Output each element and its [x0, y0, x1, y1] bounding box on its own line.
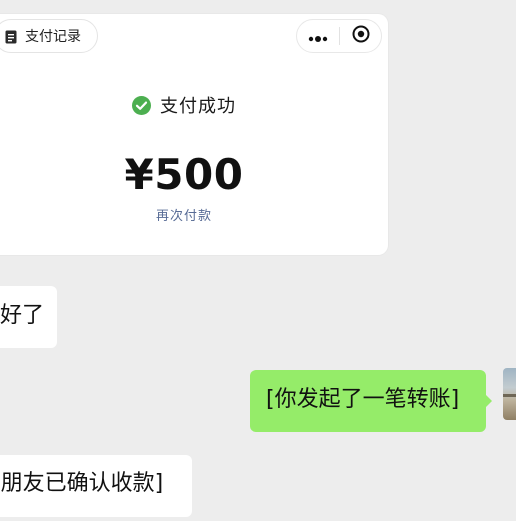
payment-status-text: 支付成功 [160, 96, 236, 117]
message-text: 好了 [0, 303, 45, 328]
more-button[interactable] [297, 20, 339, 52]
payment-result-card: 支付记录 支付成功 ¥500 再次付款 [0, 14, 388, 255]
avatar-landscape-detail [503, 394, 516, 397]
avatar[interactable] [503, 368, 516, 420]
pay-again-link[interactable]: 再次付款 [0, 205, 388, 224]
outgoing-transfer-message[interactable]: [你发起了一笔转账] [250, 370, 492, 432]
more-dots-icon [308, 27, 328, 46]
check-circle-icon [132, 95, 151, 115]
bubble-tail [485, 394, 492, 408]
payment-records-label: 支付记录 [25, 29, 81, 45]
payment-status: 支付成功 [0, 92, 388, 118]
close-button[interactable] [340, 20, 381, 52]
miniprogram-capsule [296, 19, 382, 53]
incoming-receipt-message[interactable]: [朋友已确认收款] [0, 455, 192, 517]
message-text: [朋友已确认收款] [0, 471, 164, 496]
target-close-icon [352, 25, 370, 47]
message-text: [你发起了一笔转账] [266, 387, 460, 412]
payment-amount: ¥500 [124, 150, 244, 199]
incoming-message[interactable]: 好了 [0, 286, 57, 348]
document-icon [5, 29, 17, 44]
payment-records-button[interactable]: 支付记录 [0, 19, 98, 53]
